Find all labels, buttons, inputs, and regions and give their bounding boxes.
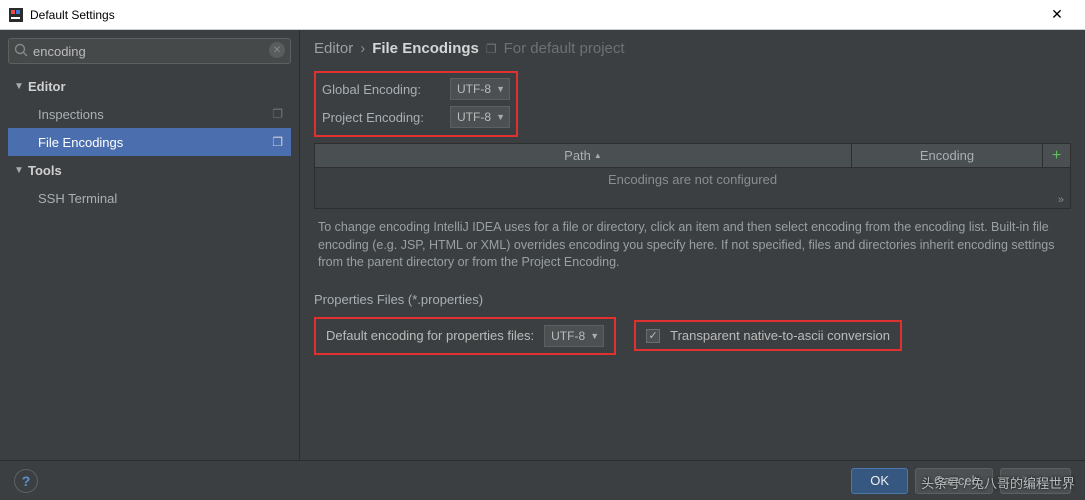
chevron-down-icon: ▼ bbox=[590, 331, 599, 341]
main-panel: Editor › File Encodings ❐ For default pr… bbox=[300, 30, 1085, 460]
apply-button[interactable]: Apply bbox=[1000, 468, 1071, 494]
empty-text: Encodings are not configured bbox=[608, 172, 777, 187]
project-scope-icon: ❐ bbox=[486, 42, 497, 56]
help-button[interactable]: ? bbox=[14, 469, 38, 493]
sidebar-item-file-encodings[interactable]: File Encodings ❐ bbox=[8, 128, 291, 156]
default-encoding-label: Default encoding for properties files: bbox=[326, 328, 534, 343]
table-header: Path ▲ Encoding + bbox=[315, 144, 1070, 168]
more-actions-icon[interactable]: » bbox=[1058, 194, 1064, 206]
breadcrumb: Editor › File Encodings ❐ For default pr… bbox=[314, 40, 1071, 57]
titlebar: Default Settings ✕ bbox=[0, 0, 1085, 30]
chevron-down-icon: ▼ bbox=[496, 112, 505, 122]
sidebar-item-label: File Encodings bbox=[38, 135, 123, 150]
default-properties-encoding-select[interactable]: UTF-8 ▼ bbox=[544, 325, 604, 347]
properties-section-title: Properties Files (*.properties) bbox=[314, 292, 1071, 307]
clear-search-button[interactable]: ✕ bbox=[269, 42, 285, 58]
search-input[interactable] bbox=[8, 38, 291, 64]
global-encoding-select[interactable]: UTF-8 ▼ bbox=[450, 78, 510, 100]
footer: ? OK Cancel Apply bbox=[0, 460, 1085, 500]
sidebar-item-inspections[interactable]: Inspections ❐ bbox=[8, 100, 291, 128]
breadcrumb-parent: Editor bbox=[314, 40, 353, 57]
column-label: Encoding bbox=[920, 148, 974, 163]
add-row-button[interactable]: + bbox=[1042, 144, 1070, 167]
app-icon bbox=[8, 7, 24, 23]
sidebar-group-label: Editor bbox=[28, 79, 66, 94]
encoding-highlight-box: Global Encoding: UTF-8 ▼ Project Encodin… bbox=[314, 71, 518, 137]
encoding-column-header[interactable]: Encoding bbox=[852, 144, 1042, 167]
ok-button[interactable]: OK bbox=[851, 468, 908, 494]
sidebar-group-label: Tools bbox=[28, 163, 62, 178]
select-value: UTF-8 bbox=[551, 329, 585, 343]
search-icon bbox=[14, 43, 28, 60]
table-body: Encodings are not configured » bbox=[315, 168, 1070, 208]
global-encoding-row: Global Encoding: UTF-8 ▼ bbox=[322, 76, 510, 102]
checkbox-label: Transparent native-to-ascii conversion bbox=[670, 328, 890, 343]
project-encoding-select[interactable]: UTF-8 ▼ bbox=[450, 106, 510, 128]
sort-asc-icon: ▲ bbox=[594, 151, 602, 160]
path-column-header[interactable]: Path ▲ bbox=[315, 144, 852, 167]
transparent-ascii-highlight-box: ✓ Transparent native-to-ascii conversion bbox=[634, 320, 902, 351]
sidebar-item-ssh-terminal[interactable]: SSH Terminal bbox=[8, 184, 291, 212]
sidebar: ✕ ▼ Editor Inspections ❐ File Encodings … bbox=[0, 30, 300, 460]
breadcrumb-project: For default project bbox=[504, 40, 625, 57]
window-title: Default Settings bbox=[30, 8, 1037, 22]
project-scope-icon: ❐ bbox=[272, 135, 283, 149]
encoding-table: Path ▲ Encoding + Encodings are not conf… bbox=[314, 143, 1071, 209]
sidebar-item-label: Inspections bbox=[38, 107, 104, 122]
sidebar-group-editor[interactable]: ▼ Editor bbox=[8, 72, 291, 100]
select-value: UTF-8 bbox=[457, 110, 491, 124]
cancel-button[interactable]: Cancel bbox=[915, 468, 993, 494]
description-text: To change encoding IntelliJ IDEA uses fo… bbox=[314, 219, 1071, 272]
project-scope-icon: ❐ bbox=[272, 107, 283, 121]
transparent-ascii-checkbox[interactable]: ✓ bbox=[646, 329, 660, 343]
sidebar-group-tools[interactable]: ▼ Tools bbox=[8, 156, 291, 184]
settings-tree: ▼ Editor Inspections ❐ File Encodings ❐ … bbox=[8, 72, 291, 212]
search-container: ✕ bbox=[8, 38, 291, 64]
chevron-down-icon: ▼ bbox=[14, 165, 28, 176]
chevron-down-icon: ▼ bbox=[496, 84, 505, 94]
column-label: Path bbox=[564, 148, 591, 163]
global-encoding-label: Global Encoding: bbox=[322, 82, 450, 97]
close-button[interactable]: ✕ bbox=[1037, 6, 1077, 23]
chevron-down-icon: ▼ bbox=[14, 81, 28, 92]
default-encoding-highlight-box: Default encoding for properties files: U… bbox=[314, 317, 616, 355]
select-value: UTF-8 bbox=[457, 82, 491, 96]
project-encoding-label: Project Encoding: bbox=[322, 110, 450, 125]
project-encoding-row: Project Encoding: UTF-8 ▼ bbox=[322, 104, 510, 130]
breadcrumb-current: File Encodings bbox=[372, 40, 479, 57]
properties-row: Default encoding for properties files: U… bbox=[314, 317, 1071, 355]
breadcrumb-separator: › bbox=[360, 40, 365, 57]
sidebar-item-label: SSH Terminal bbox=[38, 191, 117, 206]
